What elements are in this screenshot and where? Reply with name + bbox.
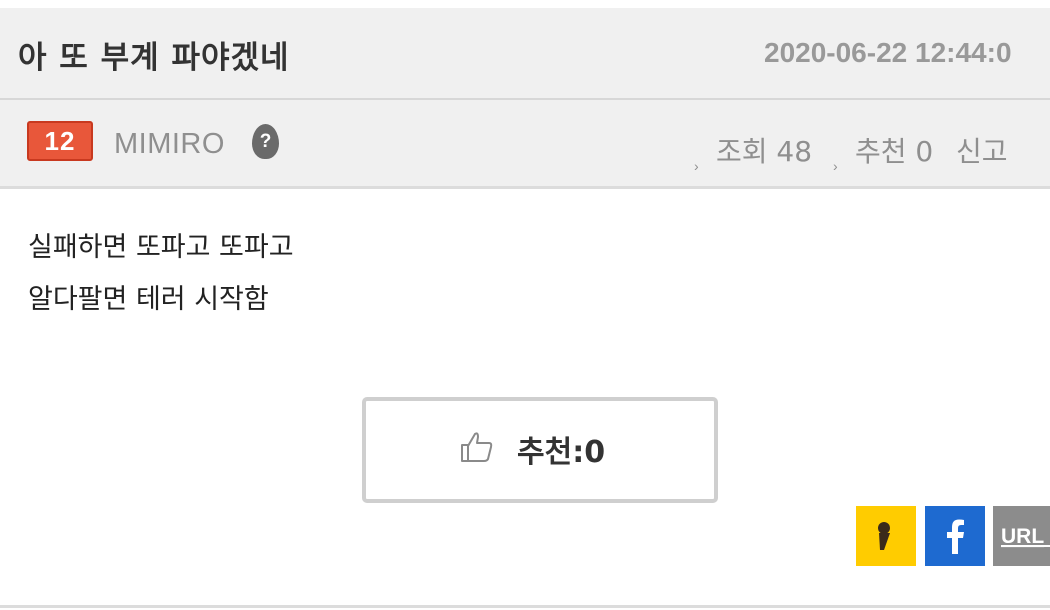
author-nickname[interactable]: MIMIRO	[114, 128, 225, 161]
question-icon[interactable]: ?	[252, 124, 279, 159]
url-copy-button[interactable]: URL	[993, 506, 1050, 566]
url-label-graphic: URL	[1001, 525, 1050, 548]
post-title: 아 또 부계 파야겠네	[18, 40, 290, 76]
thumbs-up-icon	[461, 432, 493, 462]
post-meta-bar: 12 MIMIRO ? › 조회 48 › 추천 0 신고	[0, 100, 1050, 189]
recommend-label: 추천:0	[517, 435, 606, 470]
facebook-icon	[947, 519, 964, 554]
bullet-icon: ›	[833, 158, 838, 174]
kakaostory-icon	[878, 522, 890, 550]
bullet-icon: ›	[694, 158, 699, 174]
content-line: 실패하면 또파고 또파고	[28, 232, 294, 263]
content-line: 알다팔면 테러 시작함	[28, 284, 269, 315]
report-link[interactable]: 신고	[956, 130, 1008, 170]
post-header: 아 또 부계 파야겠네 2020-06-22 12:44:0	[0, 8, 1050, 100]
recommend-button[interactable]: 추천:0	[362, 397, 718, 503]
level-badge: 12	[27, 121, 93, 161]
kakaostory-share-button[interactable]	[856, 506, 916, 566]
divider	[0, 605, 1050, 608]
facebook-share-button[interactable]	[925, 506, 985, 566]
post-date: 2020-06-22 12:44:0	[764, 37, 1012, 68]
view-count: 조회 48	[716, 135, 813, 168]
url-label: URL	[1001, 525, 1044, 548]
post-content: 실패하면 또파고 또파고 알다팔면 테러 시작함	[28, 222, 294, 326]
recommend-count: 추천 0	[855, 135, 934, 168]
